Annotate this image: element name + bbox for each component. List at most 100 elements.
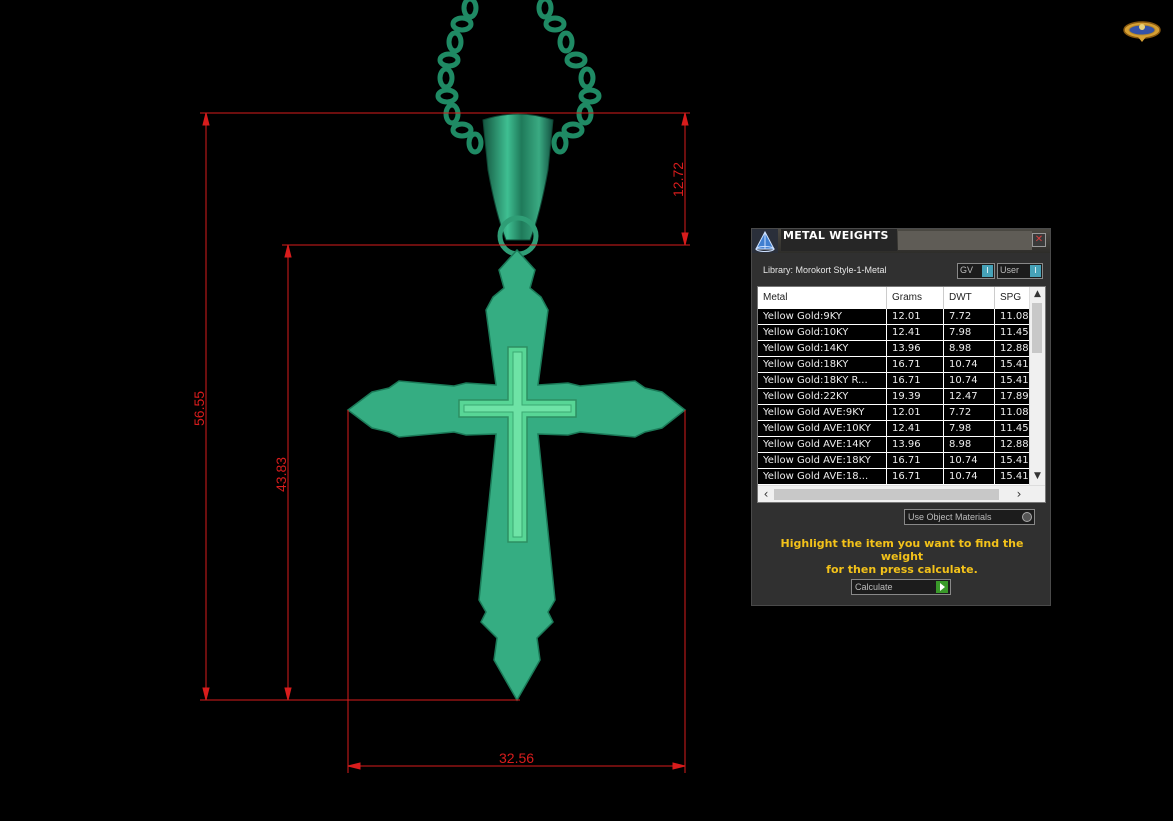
horizontal-scrollbar[interactable]: ‹ › (758, 485, 1045, 502)
library-label: Library: Morokort Style-1-Metal (763, 265, 887, 275)
cell-grams: 19.39 (887, 389, 944, 404)
table-header: Metal Grams DWT SPG (758, 287, 1030, 309)
dim-width: 32.56 (499, 750, 534, 766)
scroll-up-icon[interactable]: ▲ (1030, 287, 1045, 301)
titlebar-strip (898, 231, 1032, 250)
vertical-scroll-thumb[interactable] (1032, 303, 1042, 353)
dimension-lines (200, 112, 690, 773)
cell-metal: Yellow Gold AVE:14KY (758, 437, 887, 452)
cell-grams: 12.41 (887, 325, 944, 340)
panel-titlebar[interactable]: METAL WEIGHTS ✕ (752, 229, 1050, 253)
close-icon: ✕ (1034, 234, 1044, 245)
radio-icon[interactable] (1022, 512, 1032, 522)
horizontal-scroll-thumb[interactable] (774, 489, 999, 500)
cell-dwt: 12.47 (944, 389, 995, 404)
app-logo-icon[interactable] (1122, 19, 1162, 43)
cell-dwt: 10.74 (944, 373, 995, 388)
cell-grams: 13.96 (887, 341, 944, 356)
instruction-text: Highlight the item you want to find the … (760, 537, 1044, 576)
cell-dwt: 7.72 (944, 405, 995, 420)
cell-grams: 16.71 (887, 469, 944, 484)
cell-spg: 11.45 (1000, 327, 1029, 338)
cell-grams: 12.41 (887, 421, 944, 436)
cell-spg: 11.08 (1000, 407, 1029, 418)
column-header-dwt[interactable]: DWT (944, 287, 995, 309)
column-header-grams[interactable]: Grams (887, 287, 944, 309)
table-row[interactable]: Yellow Gold AVE:14KY 13.96 8.98 12.88 (758, 437, 1030, 453)
instruction-line-1: Highlight the item you want to find the … (780, 537, 1024, 563)
cell-grams: 12.01 (887, 405, 944, 420)
cell-spg: 11.08 (1000, 311, 1029, 322)
play-icon[interactable] (936, 581, 948, 593)
cell-metal: Yellow Gold:18KY (758, 357, 887, 372)
metal-weights-panel: METAL WEIGHTS ✕ Library: Morokort Style-… (751, 228, 1051, 606)
panel-title: METAL WEIGHTS (781, 229, 897, 251)
cell-dwt: 8.98 (944, 437, 995, 452)
column-header-metal[interactable]: Metal (758, 287, 887, 309)
cell-metal: Yellow Gold:10KY (758, 325, 887, 340)
scroll-down-icon[interactable]: ▼ (1030, 469, 1045, 483)
dim-total-height: 56.55 (191, 391, 207, 426)
table-body: Yellow Gold:9KY 12.01 7.72 11.08 Yellow Gol… (758, 309, 1030, 485)
cell-dwt: 8.98 (944, 341, 995, 356)
cell-grams: 16.71 (887, 453, 944, 468)
cell-metal: Yellow Gold AVE:18... (758, 469, 887, 484)
user-toggle-switch[interactable]: I (1030, 265, 1041, 277)
table-row[interactable]: Yellow Gold AVE:10KY 12.41 7.98 11.45 (758, 421, 1030, 437)
cell-dwt: 7.72 (944, 309, 995, 324)
calculate-label: Calculate (855, 582, 893, 592)
gv-toggle-switch[interactable]: I (982, 265, 993, 277)
gv-toggle[interactable]: GV I (957, 263, 995, 279)
scroll-right-icon[interactable]: › (1013, 486, 1025, 502)
cell-metal: Yellow Gold AVE:10KY (758, 421, 887, 436)
cell-dwt: 7.98 (944, 421, 995, 436)
dim-body-height: 43.83 (273, 457, 289, 492)
scroll-left-icon[interactable]: ‹ (760, 486, 772, 502)
cell-spg: 12.88 (1000, 343, 1029, 354)
cell-dwt: 10.74 (944, 357, 995, 372)
cell-dwt: 7.98 (944, 325, 995, 340)
calculate-button[interactable]: Calculate (851, 579, 951, 595)
table-row[interactable]: Yellow Gold:18KY R... 16.71 10.74 15.41 (758, 373, 1030, 389)
cell-spg: 17.89 (1000, 391, 1029, 402)
cell-spg: 15.41 (1000, 455, 1029, 466)
cell-metal: Yellow Gold:22KY (758, 389, 887, 404)
cell-grams: 16.71 (887, 373, 944, 388)
pyramid-icon (752, 229, 778, 253)
cell-spg: 12.88 (1000, 439, 1029, 450)
cell-grams: 13.96 (887, 437, 944, 452)
table-row[interactable]: Yellow Gold:10KY 12.41 7.98 11.45 (758, 325, 1030, 341)
cell-spg: 15.41 (1000, 359, 1029, 370)
table-row[interactable]: Yellow Gold AVE:9KY 12.01 7.72 11.08 (758, 405, 1030, 421)
user-toggle-label: User (1000, 265, 1020, 275)
close-button[interactable]: ✕ (1032, 233, 1046, 247)
table-row[interactable]: Yellow Gold:18KY 16.71 10.74 15.41 (758, 357, 1030, 373)
vertical-scrollbar[interactable]: ▲ ▼ (1029, 287, 1045, 485)
cell-metal: Yellow Gold:18KY R... (758, 373, 887, 388)
cell-grams: 16.71 (887, 357, 944, 372)
use-object-materials-label: Use Object Materials (908, 512, 992, 522)
cell-spg: 15.41 (1000, 471, 1029, 482)
cell-metal: Yellow Gold:14KY (758, 341, 887, 356)
use-object-materials-option[interactable]: Use Object Materials (904, 509, 1035, 525)
gv-toggle-label: GV (960, 265, 974, 275)
dim-bail-height: 12.72 (670, 162, 686, 197)
metal-table[interactable]: Metal Grams DWT SPG Yellow Gold:9KY 12.01… (757, 286, 1046, 503)
cell-metal: Yellow Gold AVE:18KY (758, 453, 887, 468)
table-row[interactable]: Yellow Gold AVE:18KY 16.71 10.74 15.41 (758, 453, 1030, 469)
table-row[interactable]: Yellow Gold AVE:18... 16.71 10.74 15.41 (758, 469, 1030, 485)
cell-grams: 12.01 (887, 309, 944, 324)
table-row[interactable]: Yellow Gold:14KY 13.96 8.98 12.88 (758, 341, 1030, 357)
instruction-line-2: for then press calculate. (826, 563, 978, 576)
cell-spg: 15.41 (1000, 375, 1029, 386)
table-row[interactable]: Yellow Gold:9KY 12.01 7.72 11.08 (758, 309, 1030, 325)
cell-metal: Yellow Gold AVE:9KY (758, 405, 887, 420)
cell-spg: 11.45 (1000, 423, 1029, 434)
user-toggle[interactable]: User I (997, 263, 1043, 279)
cell-dwt: 10.74 (944, 453, 995, 468)
cross-pendant (346, 248, 687, 702)
bail (482, 113, 554, 257)
table-row[interactable]: Yellow Gold:22KY 19.39 12.47 17.89 (758, 389, 1030, 405)
cell-metal: Yellow Gold:9KY (758, 309, 887, 324)
cell-dwt: 10.74 (944, 469, 995, 484)
